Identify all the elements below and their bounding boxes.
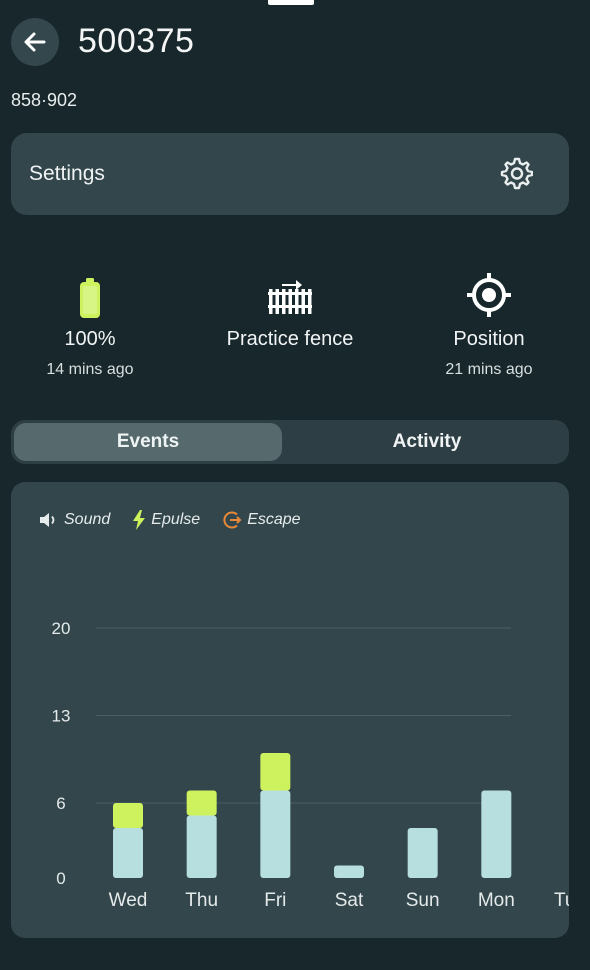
bar-sound[interactable] (113, 828, 143, 878)
gear-icon (500, 157, 533, 190)
bar-sound[interactable] (407, 828, 438, 878)
events-bar-chart: 0 6 13 20 Wed Thu Fri Sat Sun Mon Tue (52, 619, 569, 911)
battery-stat: 100% 14 mins ago (30, 270, 150, 379)
bar-sound[interactable] (481, 790, 512, 879)
x-tick-label: Tue (554, 890, 569, 911)
x-tick-label: Mon (478, 890, 515, 911)
settings-button[interactable]: Settings (11, 133, 569, 215)
battery-level: 100% (64, 328, 116, 350)
y-tick-label: 6 (56, 794, 65, 813)
bar-epulse[interactable] (260, 753, 291, 791)
settings-label: Settings (29, 162, 105, 185)
y-tick-label: 13 (52, 707, 71, 726)
battery-icon (80, 278, 100, 318)
status-bar-notch (268, 0, 314, 5)
tab-events[interactable]: Events (14, 423, 282, 461)
device-id: 858·902 (11, 90, 78, 110)
position-updated: 21 mins ago (445, 361, 533, 378)
bar-epulse[interactable] (186, 790, 217, 816)
bar-sound[interactable] (260, 790, 291, 879)
page-title: 500375 (78, 22, 195, 60)
bar-sound[interactable] (334, 865, 364, 879)
battery-updated: 14 mins ago (46, 361, 134, 378)
crosshair-icon (467, 273, 511, 317)
x-tick-label: Thu (185, 890, 218, 911)
position-stat[interactable]: Position 21 mins ago (429, 270, 549, 379)
position-label: Position (453, 328, 525, 350)
x-tick-label: Sat (335, 890, 364, 911)
arrow-left-icon (24, 32, 46, 52)
bar-epulse[interactable] (113, 803, 143, 828)
x-tick-label: Sun (406, 890, 440, 911)
tab-bar: Events Activity (11, 420, 569, 464)
y-tick-label: 20 (52, 619, 71, 638)
x-tick-label: Fri (264, 890, 286, 911)
tab-activity[interactable]: Activity (293, 423, 561, 461)
bar-sound[interactable] (186, 815, 217, 879)
y-tick-label: 0 (56, 869, 65, 888)
fence-stat[interactable]: Practice fence (210, 270, 370, 351)
fence-label: Practice fence (226, 328, 354, 350)
events-chart-card: Sound Epulse Escape 0 6 13 20 Wed Thu Fri Sat Su… (11, 482, 569, 938)
back-button[interactable] (11, 18, 59, 66)
x-tick-label: Wed (109, 890, 148, 911)
fence-icon (268, 280, 312, 314)
